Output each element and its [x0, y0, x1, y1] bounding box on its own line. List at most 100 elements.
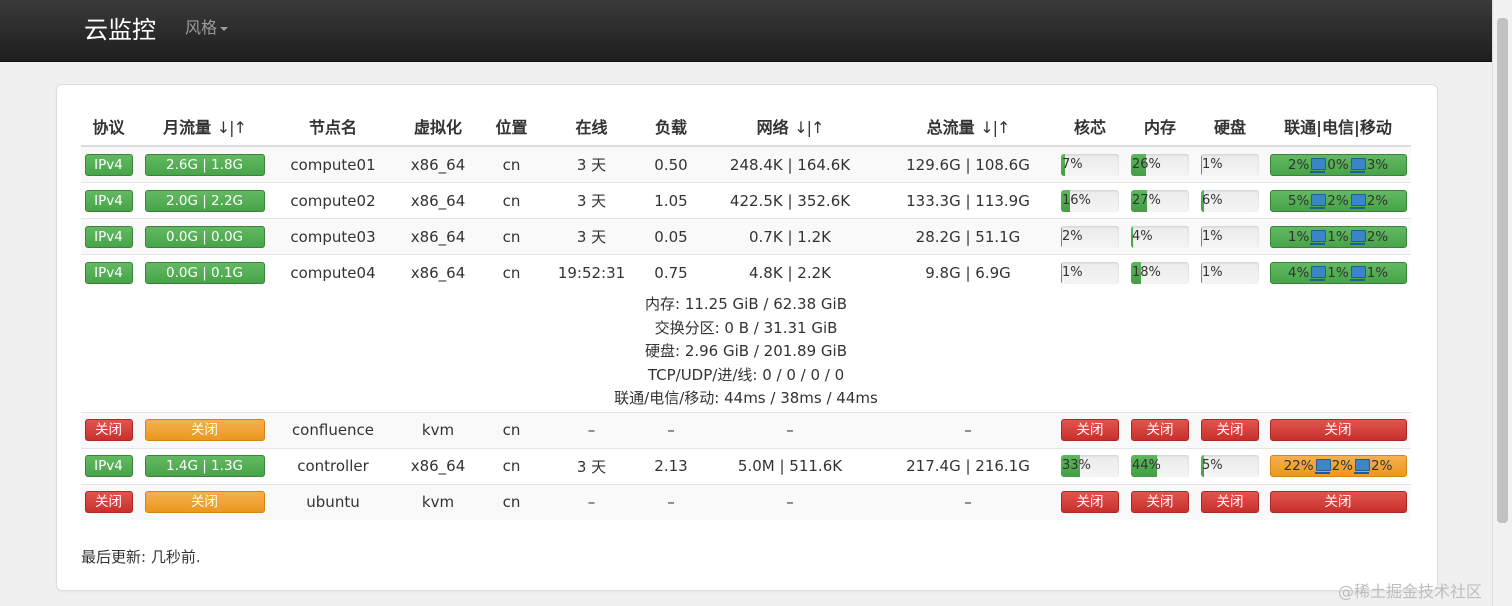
isp-mobile: 2% — [1366, 192, 1389, 209]
scrollbar-thumb[interactable] — [1497, 18, 1508, 523]
isp-unicom: 4% — [1287, 264, 1310, 281]
load: – — [643, 411, 699, 449]
computer-icon — [1349, 193, 1366, 209]
memory-percent: 18% — [1132, 264, 1161, 280]
virtualization: kvm — [393, 411, 483, 449]
header-disk: 硬盘 — [1195, 107, 1265, 147]
disk-percent: 5% — [1202, 458, 1223, 474]
header-cpu: 核芯 — [1055, 107, 1125, 147]
cpu-progress: 2% — [1061, 225, 1119, 248]
cpu-percent: 33% — [1062, 458, 1091, 474]
sort-icon[interactable]: ↓|↑ — [794, 118, 824, 137]
header-network[interactable]: 网络 ↓|↑ — [699, 107, 881, 147]
network-speed: – — [699, 411, 881, 449]
location: cn — [483, 182, 540, 219]
table-row[interactable]: IPv4 0.0G | 0.1G compute04 x86_64 cn 19:… — [81, 254, 1411, 290]
cpu-progress: 1% — [1061, 261, 1119, 284]
memory-off-badge: 关闭 — [1131, 491, 1189, 514]
sort-icon[interactable]: ↓|↑ — [217, 118, 247, 137]
disk-off-badge: 关闭 — [1201, 419, 1259, 442]
cpu-progress: 16% — [1061, 189, 1119, 212]
computer-icon — [1314, 459, 1331, 475]
page-scrollbar[interactable] — [1492, 0, 1512, 606]
total-traffic: – — [881, 483, 1055, 520]
header-isp: 联通|电信|移动 — [1265, 107, 1411, 147]
location: cn — [483, 483, 540, 520]
watermark-text: @稀土掘金技术社区 — [1337, 582, 1482, 601]
node-name: compute02 — [273, 182, 393, 219]
disk-percent: 1% — [1202, 264, 1223, 280]
uptime: – — [540, 483, 643, 520]
disk-progress: 1% — [1201, 153, 1259, 176]
monthly-traffic-badge: 0.0G | 0.0G — [144, 225, 265, 248]
disk-progress: 6% — [1201, 189, 1259, 212]
uptime: 3 天 — [540, 145, 643, 183]
total-traffic: 129.6G | 108.6G — [881, 145, 1055, 183]
isp-unicom: 2% — [1287, 156, 1310, 173]
isp-badge: 2% 0% 3% — [1269, 153, 1407, 176]
isp-mobile: 1% — [1366, 264, 1389, 281]
header-network-label: 网络 — [756, 118, 789, 137]
node-name: compute03 — [273, 218, 393, 255]
servers-table: 协议 月流量 ↓|↑ 节点名 虚拟化 位置 在线 负载 网络 ↓|↑ 总流量 ↓… — [81, 107, 1411, 520]
table-row[interactable]: 关闭 关闭 ubuntu kvm cn – – – – 关闭 关闭 关闭 关闭 — [81, 483, 1411, 520]
protocol-badge: IPv4 — [84, 153, 133, 176]
memory-percent: 27% — [1132, 192, 1161, 208]
isp-telecom: 1% — [1327, 264, 1349, 281]
isp-badge: 5% 2% 2% — [1269, 189, 1407, 212]
virtualization: x86_64 — [393, 447, 483, 485]
disk-off-badge: 关闭 — [1201, 491, 1259, 514]
uptime: 3 天 — [540, 447, 643, 485]
load: 0.75 — [643, 254, 699, 290]
expanded-detail-row: 内存: 11.25 GiB / 62.38 GiB 交换分区: 0 B / 31… — [81, 290, 1411, 413]
computer-icon — [1310, 265, 1327, 281]
virtualization: x86_64 — [393, 254, 483, 290]
memory-percent: 44% — [1132, 458, 1161, 474]
computer-icon — [1349, 265, 1366, 281]
memory-progress: 18% — [1131, 261, 1189, 284]
header-node-name: 节点名 — [273, 107, 393, 147]
uptime: 3 天 — [540, 218, 643, 255]
isp-off-badge: 关闭 — [1269, 419, 1407, 442]
virtualization: kvm — [393, 483, 483, 520]
location: cn — [483, 254, 540, 290]
isp-badge: 22% 2% 2% — [1269, 455, 1407, 478]
cpu-progress: 7% — [1061, 153, 1119, 176]
computer-icon — [1349, 157, 1366, 173]
disk-percent: 1% — [1202, 156, 1223, 172]
detail-tcp-udp: TCP/UDP/进/线: 0 / 0 / 0 / 0 — [647, 365, 845, 384]
header-monthly-traffic[interactable]: 月流量 ↓|↑ — [136, 107, 273, 147]
table-header-row: 协议 月流量 ↓|↑ 节点名 虚拟化 位置 在线 负载 网络 ↓|↑ 总流量 ↓… — [81, 107, 1411, 147]
load: 0.50 — [643, 145, 699, 183]
header-total-traffic[interactable]: 总流量 ↓|↑ — [881, 107, 1055, 147]
memory-progress: 27% — [1131, 189, 1189, 212]
total-traffic: 9.8G | 6.9G — [881, 254, 1055, 290]
sort-icon[interactable]: ↓|↑ — [980, 118, 1010, 137]
caret-down-icon — [220, 26, 229, 31]
table-row[interactable]: IPv4 2.0G | 2.2G compute02 x86_64 cn 3 天… — [81, 182, 1411, 219]
isp-mobile: 2% — [1366, 228, 1389, 245]
virtualization: x86_64 — [393, 218, 483, 255]
total-traffic: 28.2G | 51.1G — [881, 218, 1055, 255]
location: cn — [483, 411, 540, 449]
protocol-badge: IPv4 — [84, 189, 133, 212]
table-row[interactable]: 关闭 关闭 confluence kvm cn – – – – 关闭 关闭 关闭… — [81, 411, 1411, 449]
brand-title[interactable]: 云监控 — [84, 10, 156, 45]
network-speed: 0.7K | 1.2K — [699, 218, 881, 255]
disk-percent: 1% — [1202, 228, 1223, 244]
isp-telecom: 0% — [1327, 156, 1349, 173]
table-row[interactable]: IPv4 2.6G | 1.8G compute01 x86_64 cn 3 天… — [81, 145, 1411, 183]
isp-mobile: 3% — [1366, 156, 1389, 173]
table-row[interactable]: IPv4 1.4G | 1.3G controller x86_64 cn 3 … — [81, 447, 1411, 485]
disk-percent: 6% — [1202, 192, 1223, 208]
last-update-text: 最后更新: 几秒前. — [81, 548, 201, 566]
memory-percent: 4% — [1132, 228, 1153, 244]
table-row[interactable]: IPv4 0.0G | 0.0G compute03 x86_64 cn 3 天… — [81, 218, 1411, 255]
header-monthly-traffic-label: 月流量 — [163, 118, 212, 137]
style-dropdown[interactable]: 风格 — [185, 14, 229, 38]
monthly-traffic-badge: 2.0G | 2.2G — [144, 189, 265, 212]
cpu-percent: 16% — [1062, 192, 1091, 208]
monthly-traffic-badge: 0.0G | 0.1G — [144, 261, 265, 284]
detail-cell: 内存: 11.25 GiB / 62.38 GiB 交换分区: 0 B / 31… — [81, 290, 1411, 413]
servers-panel: 协议 月流量 ↓|↑ 节点名 虚拟化 位置 在线 负载 网络 ↓|↑ 总流量 ↓… — [56, 84, 1438, 591]
